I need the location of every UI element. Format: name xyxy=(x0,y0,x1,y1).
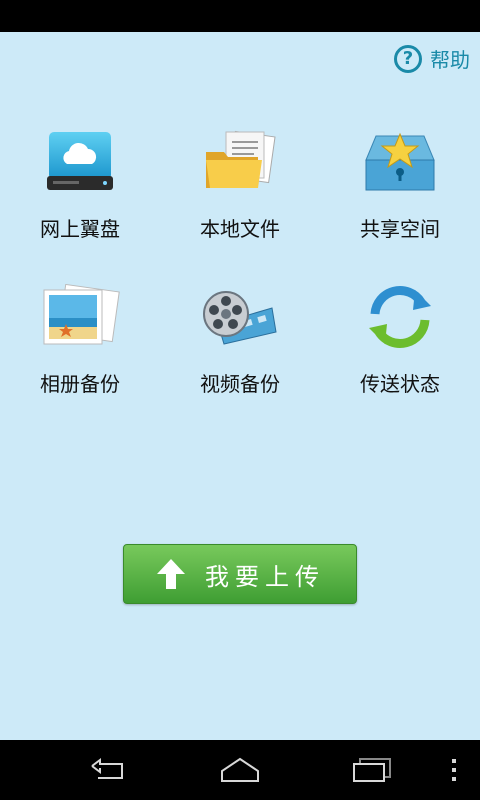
folder-documents-icon xyxy=(200,127,280,197)
upload-arrow-icon xyxy=(157,559,185,589)
feature-row: 网上翼盘 本地文件 共享空间 xyxy=(0,127,480,282)
home-icon xyxy=(221,757,259,782)
feature-grid: 网上翼盘 本地文件 共享空间 相册备份 视频备份 传送状态 xyxy=(0,127,480,437)
help-label: 帮助 xyxy=(430,48,470,72)
feature-label: 网上翼盘 xyxy=(40,217,120,241)
film-reel-icon xyxy=(200,282,280,352)
home-button[interactable] xyxy=(210,754,270,786)
feature-label: 本地文件 xyxy=(200,217,280,241)
upload-label: 我要上传 xyxy=(205,562,325,591)
feature-row: 相册备份 视频备份 传送状态 xyxy=(0,282,480,437)
feature-label: 视频备份 xyxy=(200,372,280,396)
main-content: ? 帮助 网上翼盘 本地文件 共享空间 相册备份 视频备份 传送状态 我要上传 xyxy=(0,32,480,740)
feature-label: 共享空间 xyxy=(360,217,440,241)
recent-apps-button[interactable] xyxy=(342,754,402,786)
question-mark-icon: ? xyxy=(394,44,422,73)
navigation-bar xyxy=(0,740,480,800)
sync-arrows-icon xyxy=(360,282,440,352)
photo-album-icon xyxy=(40,282,120,352)
feature-label: 传送状态 xyxy=(360,372,440,396)
upload-button[interactable]: 我要上传 xyxy=(123,544,357,604)
recent-apps-icon xyxy=(353,758,391,782)
feature-cloud-drive[interactable]: 网上翼盘 xyxy=(10,127,150,282)
feature-transfer-status[interactable]: 传送状态 xyxy=(330,282,470,437)
overflow-menu-icon xyxy=(452,759,456,781)
cloud-drive-icon xyxy=(40,127,120,197)
feature-shared-space[interactable]: 共享空间 xyxy=(330,127,470,282)
feature-local-files[interactable]: 本地文件 xyxy=(170,127,310,282)
feature-label: 相册备份 xyxy=(40,372,120,396)
back-icon xyxy=(91,758,123,779)
back-button[interactable] xyxy=(78,754,138,786)
feature-album-backup[interactable]: 相册备份 xyxy=(10,282,150,437)
overflow-menu-button[interactable] xyxy=(430,754,478,786)
status-bar xyxy=(0,0,480,32)
help-button[interactable]: ? 帮助 xyxy=(394,44,470,73)
feature-video-backup[interactable]: 视频备份 xyxy=(170,282,310,437)
star-box-icon xyxy=(360,127,440,197)
